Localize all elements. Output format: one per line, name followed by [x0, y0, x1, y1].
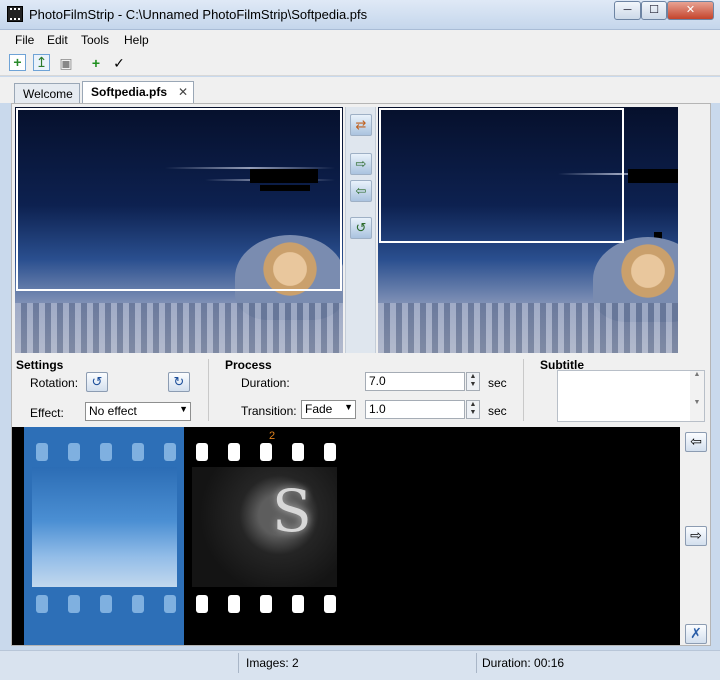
subtitle-textarea[interactable]: ▲ ▼ [557, 370, 705, 422]
transition-duration-input[interactable]: 1.0 [365, 400, 465, 419]
film-perforation [36, 443, 48, 461]
effect-select[interactable]: No effect ▼ [85, 402, 191, 421]
chevron-down-icon: ▼ [179, 404, 188, 414]
film-perforation [132, 595, 144, 613]
tab-close-icon[interactable]: ✕ [178, 85, 188, 99]
end-crop-rectangle[interactable] [379, 108, 624, 243]
preview-tools: ⇄ ⇨ ⇦ ↺ [345, 107, 376, 353]
film-perforation [36, 595, 48, 613]
film-perforation [196, 595, 208, 613]
filmstrip-frame[interactable]: S2 [184, 427, 344, 645]
set-end-icon[interactable]: ⇦ [350, 180, 372, 202]
menu-tools[interactable]: Tools [81, 33, 109, 47]
filmstrip-frame[interactable] [24, 427, 184, 645]
save-project-button[interactable]: ▣ [57, 54, 75, 72]
film-perforation [100, 443, 112, 461]
film-perforation [68, 443, 80, 461]
minimize-button[interactable]: ─ [614, 1, 641, 20]
move-right-icon[interactable]: ⇨ [685, 526, 707, 546]
status-divider [238, 653, 239, 673]
remove-image-icon[interactable]: ✗ [685, 624, 707, 644]
duration-label: Duration: [241, 376, 290, 390]
new-project-button[interactable]: + [9, 54, 26, 71]
start-crop-rectangle[interactable] [16, 108, 342, 291]
status-duration: Duration: 00:16 [482, 656, 565, 670]
tab-project-label: Softpedia.pfs [91, 85, 168, 99]
transition-select[interactable]: Fade ▼ [301, 400, 356, 419]
subtitle-scrollbar[interactable]: ▲ ▼ [690, 371, 704, 421]
menu-help[interactable]: Help [124, 33, 149, 47]
tab-project[interactable]: Softpedia.pfs ✕ [82, 81, 194, 103]
close-button[interactable]: ✕ [667, 1, 714, 20]
photo-foreground [15, 303, 343, 353]
film-perforation [324, 595, 336, 613]
transition-label: Transition: [241, 404, 297, 418]
rotation-label: Rotation: [30, 376, 79, 390]
status-bar: Images: 2 Duration: 00:16 [0, 650, 720, 680]
film-perforation [228, 443, 240, 461]
transition-duration-spinner[interactable]: ▲ ▼ [466, 400, 480, 419]
settings-title: Settings [16, 358, 64, 372]
move-left-icon[interactable]: ⇦ [685, 432, 707, 452]
window-title: PhotoFilmStrip - C:\Unnamed PhotoFilmStr… [29, 7, 368, 22]
film-perforation [260, 443, 272, 461]
project-panel: ⇄ ⇨ ⇦ ↺ Settings Rotation: ↺ ↻ Effect: N… [11, 103, 711, 646]
sync-icon[interactable]: ↺ [350, 217, 372, 239]
group-divider [523, 359, 524, 421]
transition-value: Fade [305, 402, 333, 416]
effect-value: No effect [89, 404, 137, 418]
menu-bar: File Edit Tools Help [0, 30, 720, 50]
film-perforation [164, 443, 176, 461]
film-perforation [228, 595, 240, 613]
maximize-button[interactable]: ☐ [641, 1, 667, 20]
menu-edit[interactable]: Edit [47, 33, 68, 47]
film-perforation [68, 595, 80, 613]
status-images: Images: 2 [246, 656, 299, 670]
end-image-preview[interactable] [378, 107, 678, 353]
transition-unit: sec [488, 404, 507, 418]
render-check-button[interactable]: ✓ [110, 54, 128, 72]
start-image-preview[interactable] [15, 107, 343, 353]
effect-label: Effect: [30, 406, 64, 420]
film-perforation [196, 443, 208, 461]
duration-unit: sec [488, 376, 507, 390]
status-divider [476, 653, 477, 673]
chevron-down-icon: ▼ [344, 402, 353, 412]
group-divider [208, 359, 209, 421]
frame-number: 2 [269, 430, 276, 442]
film-perforation [324, 443, 336, 461]
film-strip-icon [7, 6, 23, 22]
photo-foreground [378, 303, 678, 353]
film-perforation [132, 443, 144, 461]
toolbar: + ↥ ▣ + ✓ [0, 50, 720, 76]
film-perforation [292, 595, 304, 613]
film-perforation [100, 595, 112, 613]
image-thumbnail [32, 467, 177, 587]
set-start-icon[interactable]: ⇨ [350, 153, 372, 175]
duration-spinner[interactable]: ▲ ▼ [466, 372, 480, 391]
tab-welcome[interactable]: Welcome [14, 83, 80, 103]
import-images-button[interactable]: + [87, 54, 105, 72]
film-perforation [164, 595, 176, 613]
rotate-right-icon[interactable]: ↻ [168, 372, 190, 392]
title-bar: PhotoFilmStrip - C:\Unnamed PhotoFilmStr… [0, 0, 720, 30]
rotate-left-icon[interactable]: ↺ [86, 372, 108, 392]
swap-icon[interactable]: ⇄ [350, 114, 372, 136]
image-thumbnail: S [192, 467, 337, 587]
process-title: Process [225, 358, 272, 372]
logo-graphic: S [272, 477, 312, 545]
film-perforation [292, 443, 304, 461]
tab-strip: Welcome Softpedia.pfs ✕ [0, 77, 720, 103]
redaction-block [628, 169, 678, 183]
open-project-button[interactable]: ↥ [33, 54, 50, 71]
duration-input[interactable]: 7.0 [365, 372, 465, 391]
film-perforation [260, 595, 272, 613]
filmstrip: S2 [12, 427, 680, 645]
menu-file[interactable]: File [15, 33, 34, 47]
